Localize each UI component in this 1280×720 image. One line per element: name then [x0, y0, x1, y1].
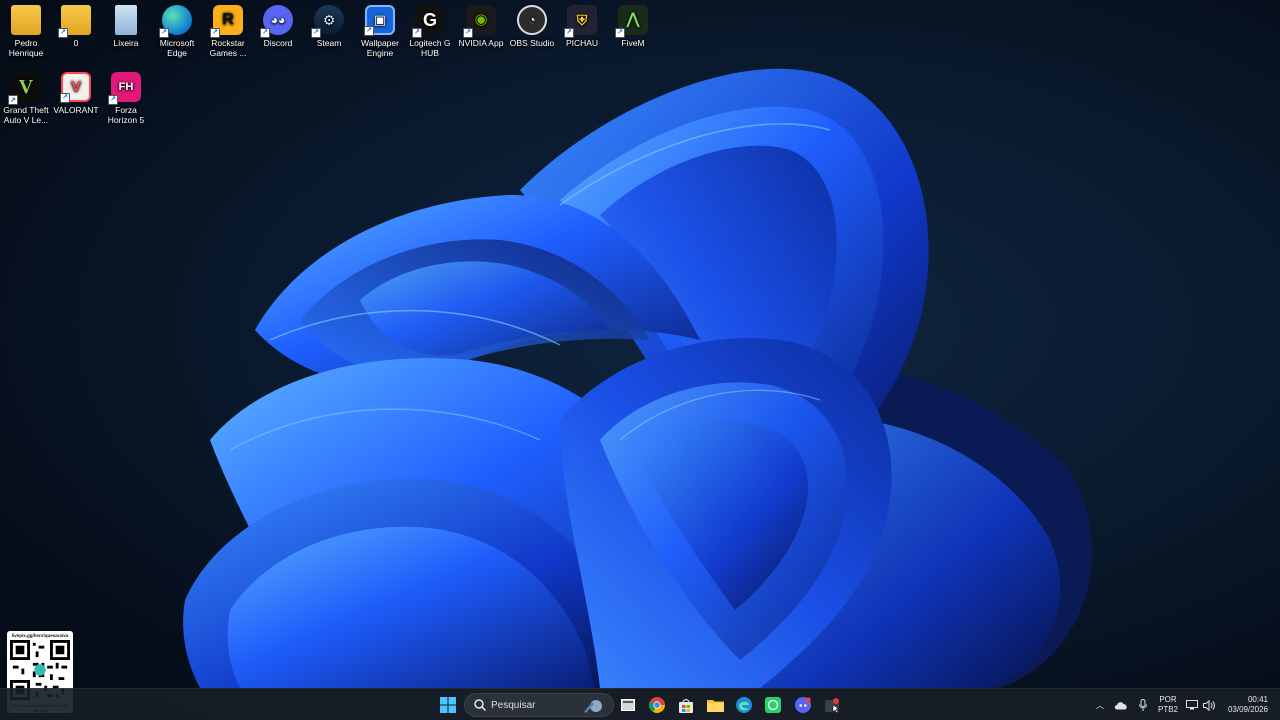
desktop-icon-forza[interactable]: FH ↗ Forza Horizon 5 [100, 67, 152, 125]
desktop-icon-label: OBS Studio [509, 38, 555, 48]
taskbar-chrome[interactable] [644, 693, 670, 717]
task-view-button[interactable] [615, 693, 641, 717]
fivem-icon: ⋀ ↗ [615, 5, 648, 38]
tray-language[interactable]: POR PTB2 [1155, 689, 1181, 720]
desktop-icon-valorant[interactable]: V ↗ VALORANT [50, 67, 102, 115]
whatsapp-icon [765, 697, 781, 713]
steam-icon: ⚙ ↗ [311, 5, 344, 38]
folder-icon: ↗ [58, 5, 91, 38]
chevron-up-icon: ︿ [1096, 700, 1104, 710]
desktop-icon-label: PICHAU [565, 38, 599, 48]
recycle-bin-icon [115, 5, 137, 35]
task-view-icon [621, 699, 635, 711]
desktop-icon-label: Pedro Henrique [8, 38, 44, 58]
folder-icon [11, 5, 41, 35]
edge-icon: ↗ [159, 5, 192, 38]
desktop-icon-rockstar[interactable]: R ↗ Rockstar Games ... [202, 0, 254, 58]
taskbar-search[interactable]: Pesquisar [464, 693, 614, 717]
discord-icon [795, 697, 811, 713]
taskbar-whatsapp[interactable] [760, 693, 786, 717]
desktop-icon-label: Wallpaper Engine [361, 38, 399, 58]
edge-icon [736, 697, 752, 713]
network-icon [1186, 700, 1198, 710]
taskbar-file-explorer[interactable] [702, 693, 728, 717]
desktop-icon-label: Forza Horizon 5 [107, 105, 145, 125]
desktop-icon-pichau[interactable]: ⛨ ↗ PICHAU [556, 0, 608, 48]
store-icon [679, 698, 693, 713]
taskbar: Pesquisar ︿ POR PTB2 00:41 03/09/2026 [0, 688, 1280, 720]
desktop-icon-label: NVIDIA App [458, 38, 504, 48]
chrome-icon [649, 697, 665, 713]
nvidia-icon: ◉ ↗ [463, 5, 496, 38]
pichau-icon: ⛨ ↗ [564, 5, 597, 38]
desktop-icon-nvidia[interactable]: ◉ ↗ NVIDIA App [455, 0, 507, 48]
desktop-icon-fivem[interactable]: ⋀ ↗ FiveM [607, 0, 659, 48]
desktop-icon-label: Microsoft Edge [159, 38, 195, 58]
discord-icon: ◕◕ ↗ [260, 5, 293, 38]
desktop-icon-wallpaper-engine[interactable]: ▣ ↗ Wallpaper Engine [354, 0, 406, 58]
windows-logo-icon [440, 697, 456, 713]
desktop-icon-label: Rockstar Games ... [209, 38, 247, 58]
desktop-icon-label: Steam [316, 38, 342, 48]
tray-microphone[interactable] [1134, 689, 1152, 720]
tray-network[interactable] [1184, 689, 1200, 720]
microphone-icon [1139, 699, 1147, 711]
show-hidden-icons-button[interactable]: ︿ [1092, 689, 1108, 720]
taskbar-store[interactable] [673, 693, 699, 717]
keyboard-layout: PTB2 [1157, 705, 1178, 714]
qr-top-text: livepix.gg/henriquesaraiva [11, 633, 69, 638]
start-button[interactable] [435, 693, 461, 717]
desktop-icon-microsoft-edge[interactable]: ↗ Microsoft Edge [151, 0, 203, 58]
search-highlight-icon [584, 700, 602, 713]
gta-icon: V ↗ [8, 72, 41, 105]
desktop-icon-label: Logitech G HUB [409, 38, 451, 58]
tray-volume[interactable] [1201, 689, 1217, 720]
desktop-icon-label: 0 [73, 38, 79, 48]
app-icon [825, 698, 840, 713]
rockstar-icon: R ↗ [210, 5, 243, 38]
desktop-icon-label: FiveM [621, 38, 645, 48]
volume-icon [1202, 699, 1215, 711]
language-code: POR [1159, 695, 1177, 704]
desktop-icon-label: Lixeira [113, 38, 139, 48]
forza-icon: FH ↗ [108, 72, 141, 105]
cloud-icon [1114, 701, 1127, 709]
obs-icon: ◔ [517, 5, 547, 35]
desktop-icon-logitech[interactable]: G ↗ Logitech G HUB [404, 0, 456, 58]
logitech-icon: G ↗ [412, 5, 445, 38]
clock-time: 00:41 [1247, 695, 1269, 704]
desktop-icon-obs[interactable]: ◔ OBS Studio [506, 0, 558, 48]
desktop-wallpaper [183, 68, 1093, 688]
file-explorer-icon [706, 700, 724, 712]
valorant-icon: V ↗ [60, 72, 91, 103]
desktop-icon-gta-v[interactable]: V ↗ Grand Theft Auto V Le... [0, 67, 52, 125]
tray-clock[interactable]: 00:41 03/09/2026 [1222, 689, 1274, 720]
desktop-icon-label: Discord [263, 38, 293, 48]
taskbar-edge[interactable] [731, 693, 757, 717]
desktop-icon-steam[interactable]: ⚙ ↗ Steam [303, 0, 355, 48]
desktop-icon-discord[interactable]: ◕◕ ↗ Discord [252, 0, 304, 48]
wallpaper-engine-icon: ▣ ↗ [364, 5, 395, 36]
desktop-icon-0[interactable]: ↗ 0 [50, 0, 102, 48]
desktop-icon-pedro-henrique[interactable]: Pedro Henrique [0, 0, 52, 58]
desktop-icon-label: VALORANT [53, 105, 99, 115]
tray-onedrive[interactable] [1112, 689, 1130, 720]
search-icon [474, 699, 487, 712]
taskbar-app[interactable] [819, 693, 845, 717]
clock-date: 03/09/2026 [1227, 705, 1269, 714]
desktop-icon-lixeira[interactable]: Lixeira [100, 0, 152, 48]
taskbar-discord[interactable] [790, 693, 816, 717]
search-placeholder: Pesquisar [491, 699, 536, 711]
desktop-icon-label: Grand Theft Auto V Le... [3, 105, 49, 125]
